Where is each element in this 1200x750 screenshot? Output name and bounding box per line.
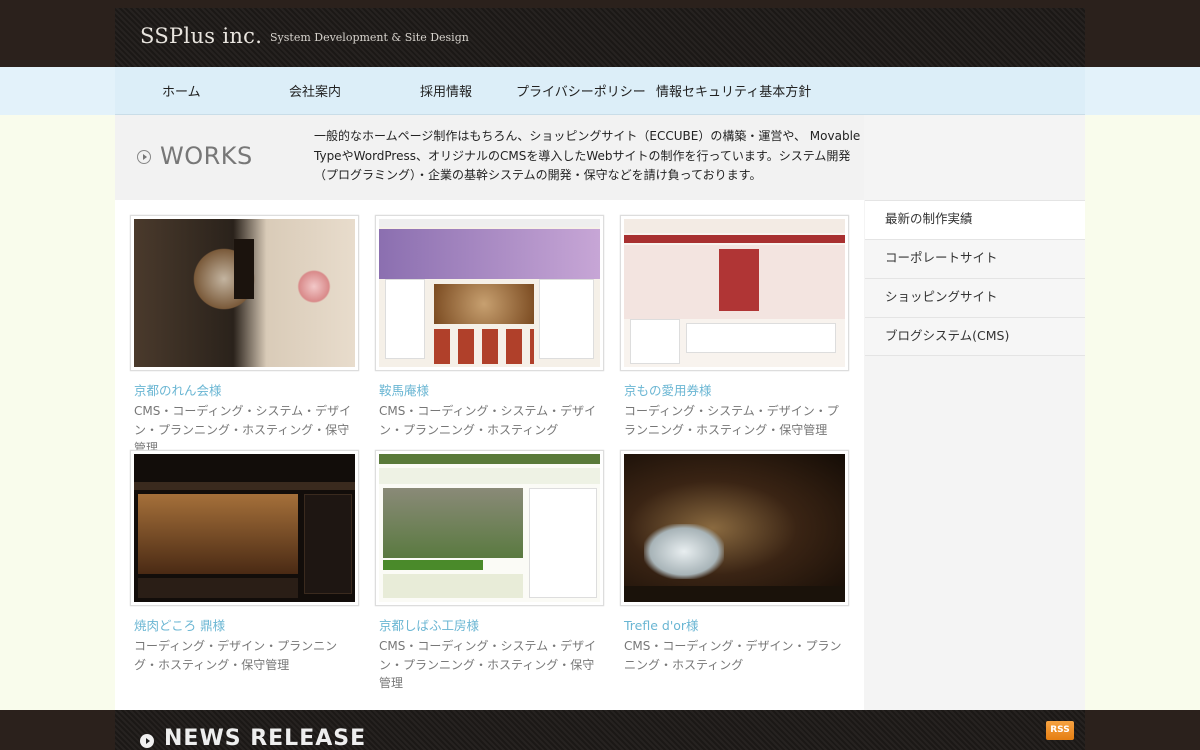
work-thumbnail[interactable] <box>375 215 604 371</box>
work-tags: コーディング・システム・デザイン・プランニング・ホスティング・保守管理 <box>624 404 839 437</box>
site-logo[interactable]: SSPlus inc. <box>140 24 262 48</box>
main-nav: ホーム 会社案内 採用情報 プライバシーポリシー 情報セキュリティ基本方針 <box>115 67 1085 115</box>
works-description: 一般的なホームページ制作はもちろん、ショッピングサイト（ECCUBE）の構築・運… <box>314 129 861 182</box>
work-card: 鞍馬庵様 CMS・コーディング・システム・デザイン・プランニング・ホスティング <box>375 215 605 439</box>
work-name-link[interactable]: 京都のれん会様 <box>134 380 360 399</box>
works-category-sidebar: 最新の制作実績 コーポレートサイト ショッピングサイト ブログシステム(CMS) <box>865 200 1085 356</box>
arrow-circle-icon <box>137 150 151 164</box>
nav-item-privacy[interactable]: プライバシーポリシー <box>516 81 646 100</box>
work-name-link[interactable]: 京もの愛用券様 <box>624 380 850 399</box>
work-card: 京都のれん会様 CMS・コーディング・システム・デザイン・プランニング・ホスティ… <box>130 215 360 458</box>
works-header: WORKS 一般的なホームページ制作はもちろん、ショッピングサイト（ECCUBE… <box>115 115 864 200</box>
sidebar-item-corporate[interactable]: コーポレートサイト <box>865 239 1085 278</box>
work-card: Trefle d'or様 CMS・コーディング・デザイン・プランニング・ホスティ… <box>620 450 850 674</box>
nav-item-recruit[interactable]: 採用情報 <box>420 81 472 100</box>
rss-button[interactable]: RSS <box>1046 721 1074 740</box>
news-section: NEWS RELEASE <box>115 710 1085 750</box>
work-thumbnail[interactable] <box>375 450 604 606</box>
work-name-link[interactable]: Trefle d'or様 <box>624 615 850 634</box>
site-header: SSPlus inc. System Development & Site De… <box>115 0 1085 67</box>
sidebar-item-shopping[interactable]: ショッピングサイト <box>865 278 1085 317</box>
work-name-link[interactable]: 鞍馬庵様 <box>379 380 605 399</box>
works-section: WORKS 一般的なホームページ制作はもちろん、ショッピングサイト（ECCUBE… <box>115 115 864 710</box>
site-tagline: System Development & Site Design <box>270 31 469 44</box>
sidebar-item-latest[interactable]: 最新の制作実績 <box>865 200 1085 239</box>
work-thumbnail[interactable] <box>130 450 359 606</box>
work-tags: コーディング・デザイン・プランニング・ホスティング・保守管理 <box>134 639 338 672</box>
sidebar-item-blog-cms[interactable]: ブログシステム(CMS) <box>865 317 1085 356</box>
work-name-link[interactable]: 焼肉どころ 鼎様 <box>134 615 360 634</box>
work-name-link[interactable]: 京都しばふ工房様 <box>379 615 605 634</box>
work-thumbnail[interactable] <box>130 215 359 371</box>
nav-item-home[interactable]: ホーム <box>162 81 201 100</box>
work-card: 京もの愛用券様 コーディング・システム・デザイン・プランニング・ホスティング・保… <box>620 215 850 439</box>
work-thumbnail[interactable] <box>620 215 849 371</box>
work-tags: CMS・コーディング・システム・デザイン・プランニング・ホスティング・保守管理 <box>379 639 597 690</box>
nav-item-security-policy[interactable]: 情報セキュリティ基本方針 <box>656 81 811 100</box>
news-title: NEWS RELEASE <box>164 726 367 750</box>
works-title: WORKS <box>160 142 253 170</box>
work-card: 京都しばふ工房様 CMS・コーディング・システム・デザイン・プランニング・ホステ… <box>375 450 605 693</box>
arrow-circle-icon <box>140 734 154 748</box>
nav-item-company[interactable]: 会社案内 <box>289 81 341 100</box>
work-thumbnail[interactable] <box>620 450 849 606</box>
work-tags: CMS・コーディング・デザイン・プランニング・ホスティング <box>624 639 842 672</box>
work-tags: CMS・コーディング・システム・デザイン・プランニング・ホスティング <box>379 404 597 437</box>
work-card: 焼肉どころ 鼎様 コーディング・デザイン・プランニング・ホスティング・保守管理 <box>130 450 360 674</box>
